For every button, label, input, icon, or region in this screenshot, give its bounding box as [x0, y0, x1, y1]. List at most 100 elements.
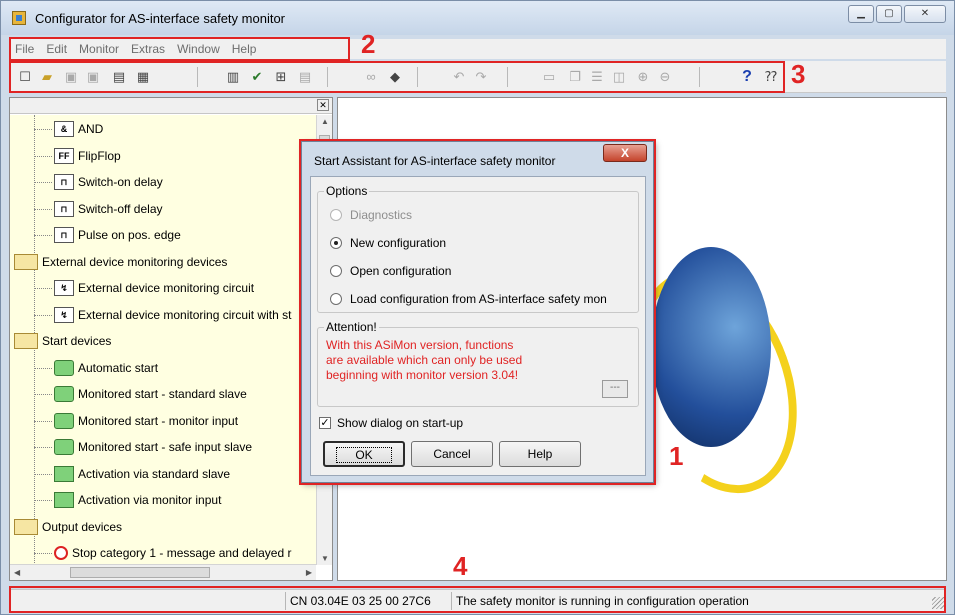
- undo-icon[interactable]: ↶: [449, 67, 469, 87]
- tree-item[interactable]: Output devices: [14, 515, 122, 539]
- clock-icon: [54, 546, 68, 560]
- save-icon[interactable]: ▣: [61, 67, 81, 87]
- option-load-configuration[interactable]: Load configuration from AS-interface saf…: [330, 290, 607, 308]
- menu-file[interactable]: File: [9, 42, 40, 56]
- minimize-button[interactable]: ▁: [848, 5, 874, 23]
- folder-icon: [14, 253, 38, 270]
- tree-item[interactable]: FF FlipFlop: [54, 144, 121, 168]
- binoculars-icon[interactable]: ∞: [361, 67, 381, 87]
- option-diagnostics[interactable]: Diagnostics: [330, 206, 412, 224]
- menu-edit[interactable]: Edit: [40, 42, 73, 56]
- option-open-configuration[interactable]: Open configuration: [330, 262, 451, 280]
- cancel-button[interactable]: Cancel: [411, 441, 493, 467]
- diamond-icon[interactable]: ◆: [385, 67, 405, 87]
- tree-item[interactable]: Monitored start - monitor input: [54, 409, 238, 433]
- tree-item-label: Monitored start - standard slave: [78, 387, 247, 401]
- window-icon[interactable]: ▭: [539, 67, 559, 87]
- pulse-icon: ⊓: [54, 227, 74, 243]
- ok-button[interactable]: OK: [323, 441, 405, 467]
- status-bar: CN 03.04E 03 25 00 27C6 The safety monit…: [9, 589, 946, 611]
- dialog-close-button[interactable]: X: [603, 144, 647, 162]
- tree-item[interactable]: ⊓ Switch-off delay: [54, 197, 163, 221]
- print-setup-icon[interactable]: ▦: [133, 67, 153, 87]
- radio-new-configuration[interactable]: [330, 237, 342, 249]
- tree-item[interactable]: ↯ External device monitoring circuit with…: [54, 303, 291, 327]
- tile-horizontal-icon[interactable]: ☰: [587, 67, 607, 87]
- status-code: CN 03.04E 03 25 00 27C6: [285, 592, 451, 610]
- edm-icon: ↯: [54, 306, 74, 323]
- save-as-icon[interactable]: ▣: [83, 67, 103, 87]
- menu-bar: File Edit Monitor Extras Window Help: [9, 39, 946, 59]
- cascade-icon[interactable]: ❐: [565, 67, 585, 87]
- radio-open-configuration[interactable]: [330, 265, 342, 277]
- tree-item[interactable]: ↯ External device monitoring circuit: [54, 276, 254, 300]
- maximize-button[interactable]: ▢: [876, 5, 902, 23]
- check-icon[interactable]: ✔: [247, 67, 267, 87]
- close-icon[interactable]: ✕: [317, 99, 329, 111]
- tree-item[interactable]: External device monitoring devices: [14, 250, 227, 274]
- help-icon[interactable]: ?: [737, 67, 757, 87]
- print-icon[interactable]: ▤: [109, 67, 129, 87]
- radio-diagnostics[interactable]: [330, 209, 342, 221]
- tree-item-label: Monitored start - monitor input: [78, 413, 239, 428]
- tree-item[interactable]: Monitored start - safe input slave: [54, 435, 252, 459]
- menu-help[interactable]: Help: [226, 42, 263, 56]
- start-icon: [54, 412, 74, 429]
- menu-window[interactable]: Window: [171, 42, 226, 56]
- window-controls: ▁ ▢ ✕: [848, 5, 946, 23]
- open-folder-icon[interactable]: ▰: [37, 67, 57, 87]
- show-on-startup-checkbox[interactable]: ✓: [319, 417, 331, 429]
- tree-item-label: Automatic start: [78, 360, 159, 375]
- help-button[interactable]: Help: [499, 441, 581, 467]
- tile-vertical-icon[interactable]: ◫: [609, 67, 629, 87]
- zoom-in-icon[interactable]: ⊕: [633, 67, 653, 87]
- tree-item-label: Output devices: [42, 519, 123, 534]
- redo-icon[interactable]: ↷: [471, 67, 491, 87]
- scroll-left-icon[interactable]: ◀: [14, 568, 20, 577]
- option-new-configuration[interactable]: New configuration: [330, 234, 446, 252]
- tree-item[interactable]: Automatic start: [54, 356, 158, 380]
- globe-graphic: [651, 247, 771, 447]
- zoom-out-icon[interactable]: ⊖: [655, 67, 675, 87]
- scroll-up-icon[interactable]: ▲: [321, 117, 329, 126]
- context-help-icon[interactable]: ⁇: [761, 67, 781, 87]
- tree-item-label: AND: [78, 122, 104, 136]
- menu-extras[interactable]: Extras: [125, 42, 171, 56]
- menu-monitor[interactable]: Monitor: [73, 42, 125, 56]
- dialog-body: Options Diagnostics New configuration Op…: [310, 176, 646, 476]
- new-file-icon[interactable]: ☐: [15, 67, 35, 87]
- tree-item[interactable]: Activation via standard slave: [54, 462, 230, 486]
- tree-item[interactable]: Monitored start - standard slave: [54, 382, 247, 406]
- and-gate-icon: &: [54, 121, 74, 137]
- tree-item-label: Switch-off delay: [78, 201, 163, 216]
- edm-icon: ↯: [54, 280, 74, 296]
- hscroll-thumb[interactable]: [70, 567, 210, 578]
- tree-item[interactable]: Stop category 1 - message and delayed r: [54, 541, 291, 565]
- tree-item[interactable]: ⊓ Pulse on pos. edge: [54, 223, 181, 247]
- options-label: Options: [324, 184, 370, 198]
- attention-group: Attention! With this ASiMon version, fun…: [317, 320, 639, 407]
- tree-item[interactable]: Start devices: [14, 329, 111, 353]
- activation-icon: [54, 492, 74, 508]
- horizontal-scrollbar[interactable]: ◀ ▶: [10, 564, 316, 580]
- tree-item-label: External device monitoring circuit: [78, 281, 255, 295]
- device-tree: & AND FF FlipFlop ⊓ Switch-on delay ⊓ Switch-of…: [10, 115, 316, 565]
- tree-view-icon[interactable]: ⊞: [271, 67, 291, 87]
- tree-item[interactable]: Activation via monitor input: [54, 488, 221, 512]
- resize-grip[interactable]: [932, 597, 944, 609]
- tree-item-label: External device monitoring circuit with …: [78, 307, 292, 322]
- radio-load-configuration[interactable]: [330, 293, 342, 305]
- callout-number-3: 3: [791, 59, 806, 89]
- details-button[interactable]: ---: [602, 380, 628, 398]
- tree-item[interactable]: ⊓ Switch-on delay: [54, 170, 163, 194]
- document-icon[interactable]: ▤: [295, 67, 315, 87]
- scroll-down-icon[interactable]: ▼: [321, 554, 329, 563]
- activation-icon: [54, 465, 74, 482]
- tree-item[interactable]: & AND: [54, 117, 103, 141]
- show-on-startup-row[interactable]: ✓ Show dialog on start-up: [319, 415, 463, 431]
- title-bar: Configurator for AS-interface safety mon…: [1, 1, 954, 35]
- close-window-button[interactable]: ✕: [904, 5, 946, 23]
- slave-icon[interactable]: ▥: [223, 67, 243, 87]
- scroll-right-icon[interactable]: ▶: [306, 568, 312, 577]
- switch-off-delay-icon: ⊓: [54, 200, 74, 217]
